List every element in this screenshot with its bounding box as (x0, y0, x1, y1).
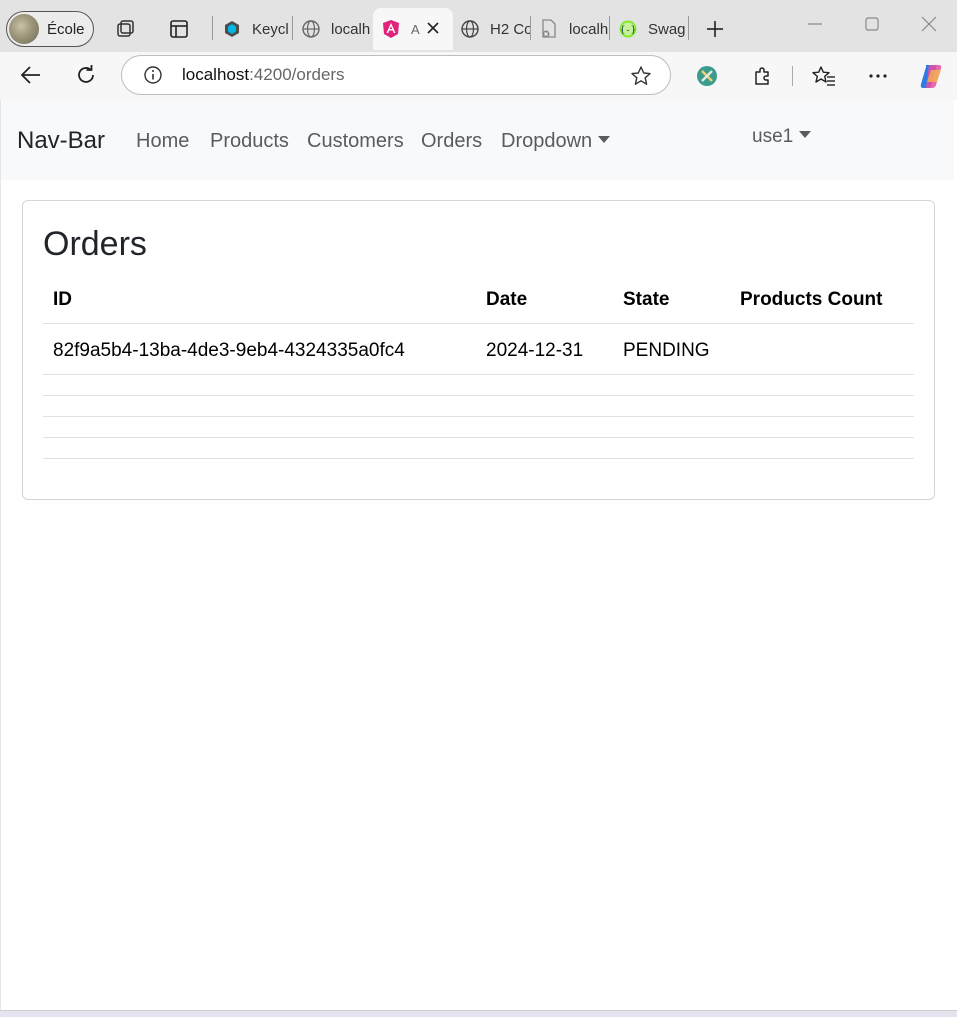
table-header: ID Date State Products Count (43, 279, 914, 324)
angular-icon (381, 19, 401, 39)
favorites-icon[interactable] (812, 64, 836, 88)
caret-down-icon (598, 136, 611, 143)
order-date-cell: 2024-12-31 (486, 340, 584, 361)
orders-card: Orders ID Date State Products Count 82f9… (22, 200, 935, 500)
favorite-star-icon[interactable] (630, 65, 652, 92)
maximize-icon[interactable] (862, 14, 882, 34)
url-text: localhost:4200/orders (182, 65, 345, 85)
profile-avatar (9, 14, 39, 44)
profile-button[interactable]: École (6, 11, 94, 47)
column-header-date: Date (486, 289, 528, 310)
reload-icon[interactable] (74, 63, 98, 87)
empty-table-row (43, 417, 914, 438)
empty-table-row (43, 438, 914, 459)
more-menu-icon[interactable] (866, 64, 890, 88)
extensions-icon[interactable] (750, 64, 774, 88)
address-bar[interactable]: localhost:4200/orders (121, 55, 671, 95)
tab-label: localh (331, 20, 371, 38)
tab-actions-icon[interactable] (167, 17, 191, 41)
nav-link-products[interactable]: Products (210, 130, 289, 153)
column-header-state: State (623, 289, 670, 310)
tab-label: A (411, 21, 420, 37)
tab-angular-app[interactable]: A (373, 8, 453, 50)
column-header-products-count: Products Count (740, 289, 883, 310)
navbar: Nav-Bar Home Products Customers Orders D… (1, 100, 954, 180)
swagger-icon: {-} (618, 19, 638, 39)
page-content: Nav-Bar Home Products Customers Orders D… (0, 100, 955, 1010)
site-info-icon[interactable] (143, 65, 163, 90)
url-host: localhost (182, 65, 250, 84)
tab-label: Keycl (252, 20, 289, 38)
file-error-icon (539, 19, 559, 39)
user-name: use1 (752, 126, 794, 147)
tab-localhost-error[interactable]: localh (539, 8, 609, 50)
svg-text:{-}: {-} (620, 26, 636, 36)
tab-label: H2 Co (490, 20, 530, 38)
extension-tools-icon[interactable] (695, 64, 719, 88)
nav-link-customers[interactable]: Customers (307, 130, 404, 153)
page-title: Orders (43, 225, 147, 263)
tab-keycloak[interactable]: Keycl (222, 8, 292, 50)
back-icon[interactable] (19, 63, 43, 87)
user-menu[interactable]: use1 (752, 126, 812, 148)
copilot-icon[interactable] (917, 62, 945, 90)
navbar-brand[interactable]: Nav-Bar (17, 127, 105, 155)
tab-swagger[interactable]: {-} Swag (618, 8, 688, 50)
minimize-icon[interactable] (805, 14, 825, 34)
keycloak-icon (222, 19, 242, 39)
order-state-cell: PENDING (623, 340, 710, 361)
browser-tab-bar: École Keycl localh A H2 Co localh {-} Sw… (0, 0, 957, 52)
globe-icon (301, 19, 321, 39)
nav-link-home[interactable]: Home (136, 130, 189, 153)
tab-label: localh (569, 20, 609, 38)
close-tab-icon[interactable] (425, 20, 441, 40)
new-tab-icon[interactable] (703, 17, 727, 41)
tab-h2-console[interactable]: H2 Co (460, 8, 530, 50)
caret-down-icon (799, 131, 812, 138)
orders-table: ID Date State Products Count 82f9a5b4-13… (43, 279, 914, 459)
bottom-edge (0, 1010, 957, 1017)
dropdown-label: Dropdown (501, 130, 593, 152)
order-id-cell: 82f9a5b4-13ba-4de3-9eb4-4324335a0fc4 (53, 340, 405, 361)
column-header-id: ID (53, 289, 72, 310)
nav-dropdown[interactable]: Dropdown (501, 130, 611, 153)
globe-icon (460, 19, 480, 39)
profile-name: École (47, 20, 85, 38)
tab-label: Swag (648, 20, 686, 38)
table-row[interactable]: 82f9a5b4-13ba-4de3-9eb4-4324335a0fc4 202… (43, 324, 914, 375)
nav-link-orders[interactable]: Orders (421, 130, 482, 153)
empty-table-row (43, 375, 914, 396)
tab-localhost[interactable]: localh (301, 8, 371, 50)
workspaces-icon[interactable] (114, 17, 138, 41)
url-path: :4200/orders (249, 65, 345, 84)
browser-toolbar: localhost:4200/orders (0, 52, 957, 100)
close-window-icon[interactable] (919, 14, 939, 34)
empty-table-row (43, 396, 914, 417)
